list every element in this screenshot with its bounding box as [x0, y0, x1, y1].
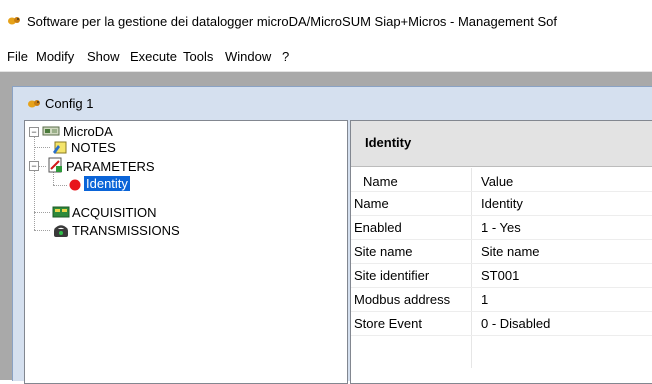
device-icon — [42, 126, 60, 136]
menu-window[interactable]: Window — [225, 49, 271, 64]
tree-node-root[interactable]: MicroDA — [63, 124, 113, 139]
menu-tools[interactable]: Tools — [183, 49, 213, 64]
notes-icon — [53, 141, 67, 154]
property-panel: Identity Name Value Name Identity Enable… — [350, 120, 652, 384]
tree-node-transmissions[interactable]: TRANSMISSIONS — [72, 223, 180, 238]
table-row[interactable]: Site name Site name — [351, 240, 652, 263]
app-logo-icon — [28, 100, 40, 108]
menu-execute[interactable]: Execute — [130, 49, 177, 64]
collapse-root-toggle[interactable]: − — [29, 127, 39, 137]
table-row[interactable]: Store Event 0 - Disabled — [351, 312, 652, 335]
row-value[interactable]: Site name — [481, 244, 540, 259]
table-row[interactable]: Enabled 1 - Yes — [351, 216, 652, 239]
table-row[interactable]: Site identifier ST001 — [351, 264, 652, 287]
row-value[interactable]: Identity — [481, 196, 523, 211]
row-value[interactable]: 0 - Disabled — [481, 316, 550, 331]
tree-node-parameters[interactable]: PARAMETERS — [66, 159, 155, 174]
app-logo-icon — [8, 17, 20, 25]
row-name: Enabled — [354, 220, 402, 235]
collapse-parameters-toggle[interactable]: − — [29, 161, 39, 171]
menu-bar: File Modify Show Execute Tools Window ? — [0, 41, 652, 72]
child-window-title: Config 1 — [45, 96, 94, 111]
row-name: Name — [354, 196, 389, 211]
row-name: Modbus address — [354, 292, 451, 307]
grid-header-row: Name Value — [351, 168, 652, 191]
row-value[interactable]: 1 — [481, 292, 488, 307]
acquisition-icon — [52, 206, 70, 218]
window-title: Software per la gestione dei datalogger … — [27, 14, 557, 29]
column-header-value[interactable]: Value — [481, 174, 513, 189]
transmissions-icon — [54, 225, 68, 237]
tree-node-acquisition[interactable]: ACQUISITION — [72, 205, 157, 220]
tree-view[interactable]: − MicroDA NOTES − PARAMETERS Identity AC… — [24, 120, 348, 384]
tree-node-identity[interactable]: Identity — [84, 176, 130, 191]
panel-header: Identity — [351, 121, 652, 167]
row-value[interactable]: ST001 — [481, 268, 519, 283]
row-name: Site name — [354, 244, 413, 259]
child-window-title-bar[interactable]: Config 1 — [27, 96, 93, 111]
table-row[interactable]: Name Identity — [351, 192, 652, 215]
row-name: Store Event — [354, 316, 422, 331]
table-row[interactable]: Modbus address 1 — [351, 288, 652, 311]
row-value[interactable]: 1 - Yes — [481, 220, 521, 235]
mdi-area: Config 1 − MicroDA NOTES − PARAMETERS Id… — [0, 72, 652, 384]
menu-file[interactable]: File — [7, 49, 28, 64]
menu-modify[interactable]: Modify — [36, 49, 74, 64]
tree-node-notes[interactable]: NOTES — [71, 140, 116, 155]
column-header-name[interactable]: Name — [363, 174, 398, 189]
menu-show[interactable]: Show — [87, 49, 120, 64]
red-dot-icon — [69, 179, 81, 191]
child-window-config: Config 1 − MicroDA NOTES − PARAMETERS Id… — [12, 86, 652, 384]
parameters-icon — [48, 157, 62, 173]
panel-header-title: Identity — [365, 135, 412, 150]
title-bar: Software per la gestione dei datalogger … — [0, 0, 652, 41]
menu-help[interactable]: ? — [282, 49, 289, 64]
row-name: Site identifier — [354, 268, 430, 283]
